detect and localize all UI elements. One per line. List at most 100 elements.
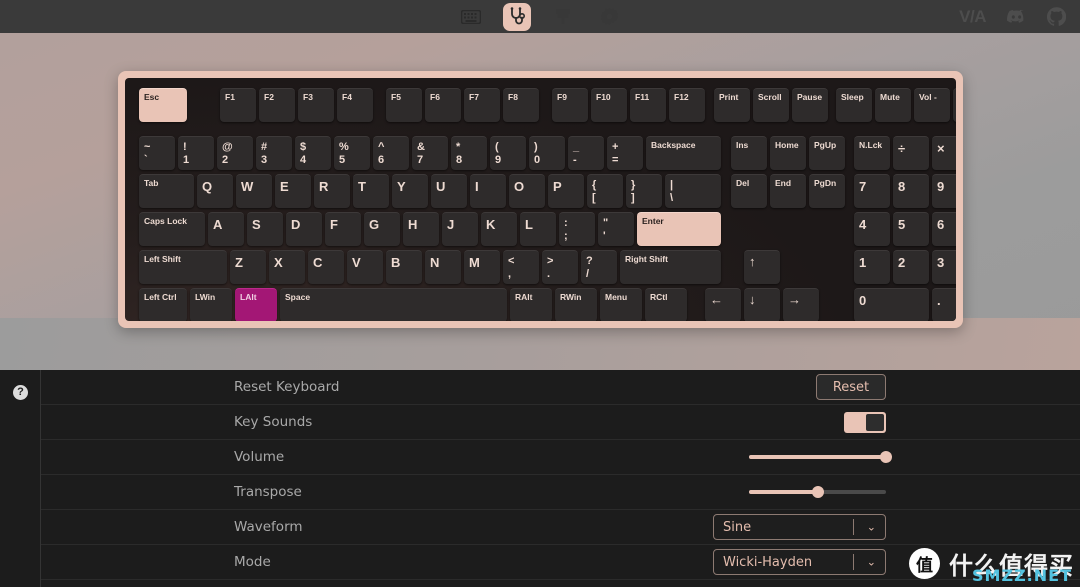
key-@-2[interactable]: @ 2 — [217, 136, 253, 170]
key-f[interactable]: F — [325, 212, 361, 246]
key-w[interactable]: W — [236, 174, 272, 208]
key-n[interactable]: N — [425, 250, 461, 284]
slider-thumb[interactable] — [811, 486, 824, 498]
key-o[interactable]: O — [509, 174, 545, 208]
tab-keymap[interactable] — [457, 3, 485, 31]
key-%-5[interactable]: % 5 — [334, 136, 370, 170]
key-rctl[interactable]: RCtl — [645, 288, 687, 321]
key-↑[interactable]: ↑ — [744, 250, 780, 284]
key-9[interactable]: 9 — [932, 174, 956, 208]
key-esc[interactable]: Esc — [139, 88, 187, 122]
key-6[interactable]: 6 — [932, 212, 956, 246]
key-~-`[interactable]: ~ ` — [139, 136, 175, 170]
key-lalt[interactable]: LAlt — [235, 288, 277, 321]
key-f9[interactable]: F9 — [552, 88, 588, 122]
mode-dropdown[interactable]: Wicki-Hayden ⌄ — [713, 549, 886, 575]
key-rwin[interactable]: RWin — [555, 288, 597, 321]
key-tab[interactable]: Tab — [139, 174, 194, 208]
key-+-=[interactable]: + = — [607, 136, 643, 170]
key-ins[interactable]: Ins — [731, 136, 767, 170]
key-1[interactable]: 1 — [854, 250, 890, 284]
key-^-6[interactable]: ^ 6 — [373, 136, 409, 170]
key-0[interactable]: 0 — [854, 288, 929, 321]
key-left-shift[interactable]: Left Shift — [139, 250, 227, 284]
key-f11[interactable]: F11 — [630, 88, 666, 122]
waveform-dropdown[interactable]: Sine ⌄ — [713, 514, 886, 540]
key-<-,[interactable]: < , — [503, 250, 539, 284]
key-sounds-toggle[interactable] — [844, 411, 886, 433]
key-r[interactable]: R — [314, 174, 350, 208]
key-end[interactable]: End — [770, 174, 806, 208]
key-÷[interactable]: ÷ — [893, 136, 929, 170]
key-f4[interactable]: F4 — [337, 88, 373, 122]
key-4[interactable]: 4 — [854, 212, 890, 246]
key-{-[[interactable]: { [ — [587, 174, 623, 208]
key-→[interactable]: → — [783, 288, 819, 321]
keyboard-plate[interactable]: Esc F1 F2 F3 F4 F5 F6 F7 F8 F9 F10 F11 F12 Print Scrol… — [125, 78, 956, 321]
key-f1[interactable]: F1 — [220, 88, 256, 122]
transpose-slider[interactable] — [749, 484, 886, 500]
key-×[interactable]: × — [932, 136, 956, 170]
key-pgup[interactable]: PgUp — [809, 136, 845, 170]
volume-slider[interactable] — [749, 449, 892, 465]
key-.[interactable]: . — [932, 288, 956, 321]
key-b[interactable]: B — [386, 250, 422, 284]
key-7[interactable]: 7 — [854, 174, 890, 208]
key-pgdn[interactable]: PgDn — [809, 174, 845, 208]
key-|-\[interactable]: | \ — [665, 174, 721, 208]
key-menu[interactable]: Menu — [600, 288, 642, 321]
key-h[interactable]: H — [403, 212, 439, 246]
key-space[interactable]: Space — [280, 288, 507, 321]
key-s[interactable]: S — [247, 212, 283, 246]
key-y[interactable]: Y — [392, 174, 428, 208]
key-e[interactable]: E — [275, 174, 311, 208]
key-l[interactable]: L — [520, 212, 556, 246]
key-right-shift[interactable]: Right Shift — [620, 250, 721, 284]
key-t[interactable]: T — [353, 174, 389, 208]
key-"-'[interactable]: " ' — [598, 212, 634, 246]
key-m[interactable]: M — [464, 250, 500, 284]
key-f5[interactable]: F5 — [386, 88, 422, 122]
key-3[interactable]: 3 — [932, 250, 956, 284]
key-f2[interactable]: F2 — [259, 88, 295, 122]
key-del[interactable]: Del — [731, 174, 767, 208]
key-print[interactable]: Print — [714, 88, 750, 122]
key-sleep[interactable]: Sleep — [836, 88, 872, 122]
key-ralt[interactable]: RAlt — [510, 288, 552, 321]
key-j[interactable]: J — [442, 212, 478, 246]
key-q[interactable]: Q — [197, 174, 233, 208]
slider-thumb[interactable] — [880, 451, 892, 463]
key-}-][interactable]: } ] — [626, 174, 662, 208]
key-$-4[interactable]: $ 4 — [295, 136, 331, 170]
key-a[interactable]: A — [208, 212, 244, 246]
key->-.[interactable]: > . — [542, 250, 578, 284]
key-x[interactable]: X — [269, 250, 305, 284]
key-u[interactable]: U — [431, 174, 467, 208]
help-icon[interactable]: ? — [13, 385, 28, 400]
key-↓[interactable]: ↓ — [744, 288, 780, 321]
key-pause[interactable]: Pause — [792, 88, 828, 122]
tab-settings[interactable] — [595, 3, 623, 31]
key-v[interactable]: V — [347, 250, 383, 284]
key-p[interactable]: P — [548, 174, 584, 208]
key-backspace[interactable]: Backspace — [646, 136, 721, 170]
key-)-0[interactable]: ) 0 — [529, 136, 565, 170]
reset-keyboard-button[interactable]: Reset — [816, 374, 886, 400]
key-?-/[interactable]: ? / — [581, 250, 617, 284]
key-k[interactable]: K — [481, 212, 517, 246]
tab-lighting[interactable] — [549, 3, 577, 31]
key-_--[interactable]: _ - — [568, 136, 604, 170]
key-home[interactable]: Home — [770, 136, 806, 170]
key-#-3[interactable]: # 3 — [256, 136, 292, 170]
key-c[interactable]: C — [308, 250, 344, 284]
key-5[interactable]: 5 — [893, 212, 929, 246]
key-scroll[interactable]: Scroll — [753, 88, 789, 122]
key-n.lck[interactable]: N.Lck — [854, 136, 890, 170]
key-f8[interactable]: F8 — [503, 88, 539, 122]
key-8[interactable]: 8 — [893, 174, 929, 208]
key-*-8[interactable]: * 8 — [451, 136, 487, 170]
key-z[interactable]: Z — [230, 250, 266, 284]
key-!-1[interactable]: ! 1 — [178, 136, 214, 170]
key-f3[interactable]: F3 — [298, 88, 334, 122]
key-:-;[interactable]: : ; — [559, 212, 595, 246]
